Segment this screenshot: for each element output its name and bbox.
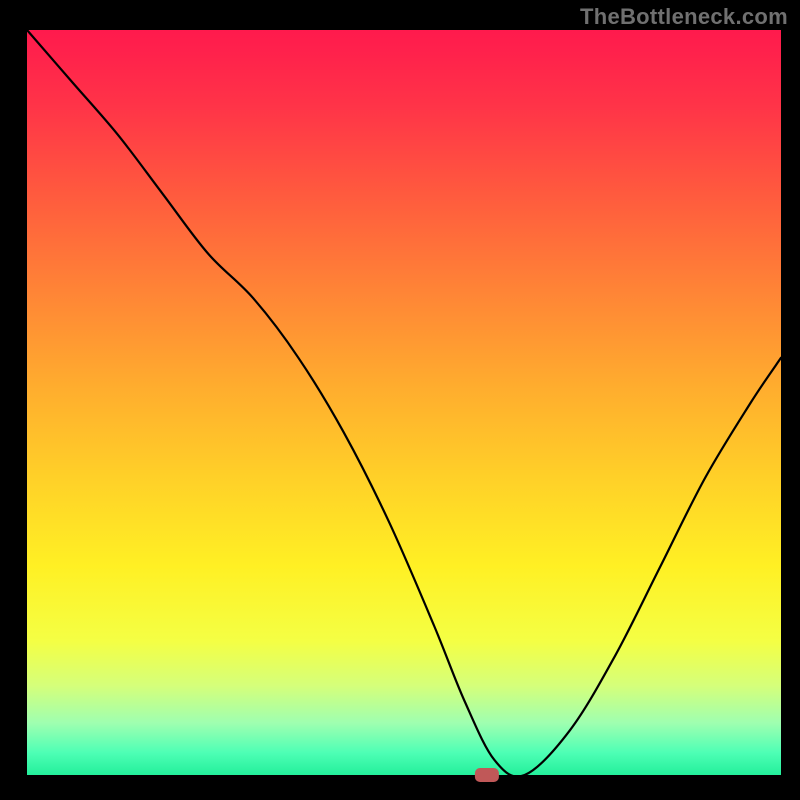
plot-background bbox=[27, 30, 781, 775]
chart-svg bbox=[0, 0, 800, 800]
attribution-text: TheBottleneck.com bbox=[580, 4, 788, 30]
optimal-marker bbox=[475, 768, 499, 782]
chart-frame: TheBottleneck.com bbox=[0, 0, 800, 800]
